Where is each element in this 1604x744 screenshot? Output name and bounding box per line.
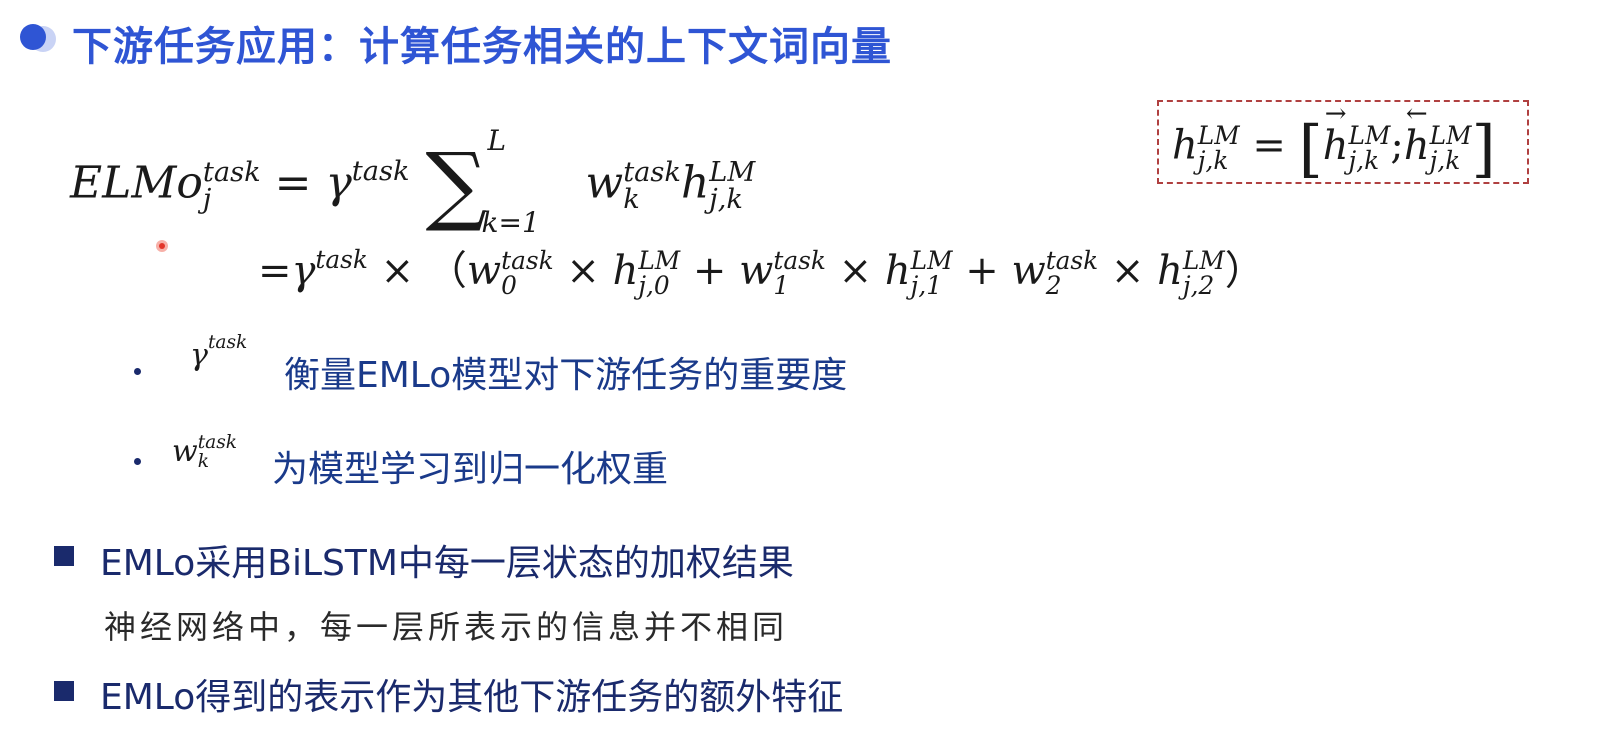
h1-symbol: h [884, 248, 911, 294]
expanded-formula: =γ task × （w task 0 × h LM j,0 + w task 1 × h LM… [258, 238, 1265, 299]
bullet-dot-icon [134, 368, 141, 375]
w2-sub: 2 [1045, 271, 1062, 300]
bullet-w-symbol: w [172, 434, 198, 469]
right-paren: ） [1224, 248, 1265, 294]
h1-sub: j,1 [910, 271, 942, 300]
w1-sub: 1 [773, 271, 790, 300]
point-text: EMLo得到的表示作为其他下游任务的额外特征 [100, 677, 844, 718]
h0-symbol: h [612, 248, 639, 294]
h-def-sup: LM [1197, 120, 1240, 150]
times-sign: × [566, 248, 600, 294]
backward-h: ← h [1403, 99, 1430, 169]
h-def-sub: j,k [1197, 145, 1229, 175]
square-bullet-icon [54, 546, 74, 566]
equals-sign: = [274, 157, 312, 209]
gamma-prefix: =γ [258, 248, 316, 294]
weight-subscript: k [623, 184, 640, 215]
fwd-sub: j,k [1348, 145, 1380, 175]
sigma-icon: ∑ [425, 135, 487, 235]
h-def-symbol: h [1172, 122, 1198, 169]
times-sign: × [1110, 248, 1145, 294]
hidden-symbol: h [680, 157, 710, 209]
elmo-symbol: ELMo [70, 157, 203, 209]
title-bullet-icon [20, 24, 46, 50]
plus-sign: + [965, 248, 999, 294]
forward-arrow-icon: → [1324, 98, 1347, 129]
weight-symbol: w [585, 157, 624, 209]
bullet-text: 为模型学习到归一化权重 [272, 449, 669, 490]
bullet-gamma-symbol: γ [190, 338, 208, 373]
sum-lower-limit: k=1 [481, 206, 540, 239]
bullet-dot-icon [134, 458, 141, 465]
times-sign: × [838, 248, 873, 294]
hidden-definition-formula: h LM j,k = [→ h LM j,k; ← h LM j,k] [1172, 99, 1496, 186]
weight-superscript: task [623, 156, 681, 188]
slide-title: 下游任务应用：计算任务相关的上下文词向量 [72, 24, 892, 70]
w1-symbol: w [739, 248, 774, 294]
times-sign: × [380, 248, 415, 294]
bullet-gamma-sup: task [207, 331, 248, 353]
w0-sub: 0 [501, 271, 517, 300]
left-bracket: [ [1298, 112, 1323, 185]
sum-operator: ∑ L k=1 [424, 124, 540, 239]
sum-upper-limit: L [487, 124, 507, 157]
backward-h-letter: h [1403, 122, 1430, 169]
bwd-sup: LM [1429, 120, 1472, 150]
h2-sub: j,2 [1182, 271, 1215, 300]
point-subtext: 神经网络中，每一层所表示的信息并不相同 [104, 608, 789, 646]
gamma-superscript-2: task [315, 244, 368, 274]
bullet-gamma: γ task [190, 333, 247, 373]
semicolon: ; [1390, 122, 1404, 169]
square-bullet-icon [54, 681, 74, 701]
forward-h-letter: h [1322, 122, 1349, 169]
hidden-superscript: LM [709, 156, 756, 188]
fwd-sup: LM [1348, 120, 1391, 150]
gamma-superscript: task [351, 156, 410, 188]
w2-symbol: w [1011, 248, 1046, 294]
elmo-formula: ELMo task j = γ task ∑ L k=1 w task k h LM j,k [70, 124, 756, 239]
laser-pointer-icon [156, 240, 168, 252]
forward-h: → h [1322, 99, 1349, 169]
bwd-sub: j,k [1429, 145, 1461, 175]
bullet-weight: w task k [172, 434, 237, 472]
backward-arrow-icon: ← [1405, 98, 1428, 129]
hidden-subscript: j,k [709, 184, 743, 215]
equals-sign-def: = [1252, 122, 1286, 169]
bullet-text: 衡量EMLo模型对下游任务的重要度 [284, 355, 848, 396]
plus-sign: + [692, 248, 727, 294]
h0-sub: j,0 [638, 271, 670, 300]
left-paren: （ [426, 248, 467, 294]
h2-symbol: h [1157, 248, 1183, 294]
elmo-subscript: j [202, 184, 212, 215]
point-text: EMLo采用BiLSTM中每一层状态的加权结果 [100, 543, 794, 584]
elmo-superscript: task [202, 156, 261, 188]
bullet-w-sub: k [197, 451, 209, 472]
w0-symbol: w [466, 248, 502, 294]
right-bracket: ] [1471, 112, 1496, 185]
gamma-symbol: γ [325, 157, 352, 209]
